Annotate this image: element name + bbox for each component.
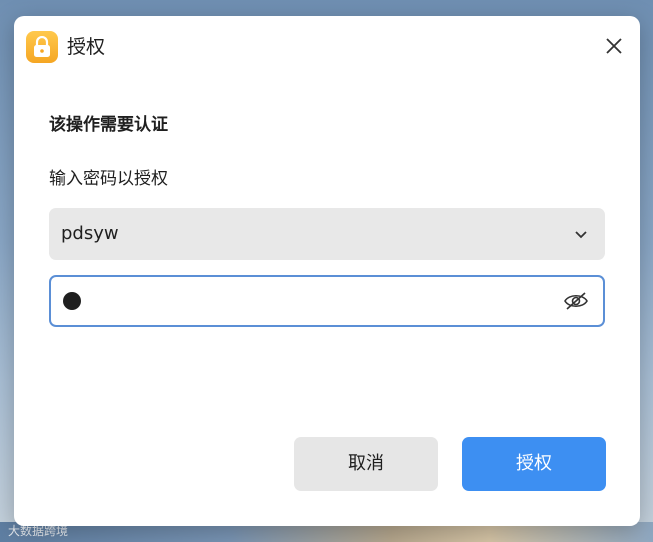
auth-heading: 该操作需要认证 [49, 115, 168, 135]
close-button[interactable] [602, 34, 626, 58]
authorize-button[interactable]: 授权 [462, 437, 606, 491]
dialog-titlebar: 授权 [14, 16, 640, 78]
cancel-button[interactable]: 取消 [294, 437, 438, 491]
password-prompt: 输入密码以授权 [49, 169, 168, 189]
eye-off-icon[interactable] [563, 289, 589, 317]
chevron-down-icon [573, 226, 589, 246]
selected-user: pdsyw [61, 223, 119, 244]
close-icon [606, 38, 622, 54]
lock-icon [26, 31, 58, 63]
user-select-dropdown[interactable]: pdsyw [49, 208, 605, 260]
password-input[interactable] [49, 275, 605, 327]
dialog-title: 授权 [67, 36, 106, 58]
password-mask-dot [63, 292, 81, 310]
auth-dialog: 授权 该操作需要认证 输入密码以授权 pdsyw 取消 授权 [14, 16, 640, 526]
